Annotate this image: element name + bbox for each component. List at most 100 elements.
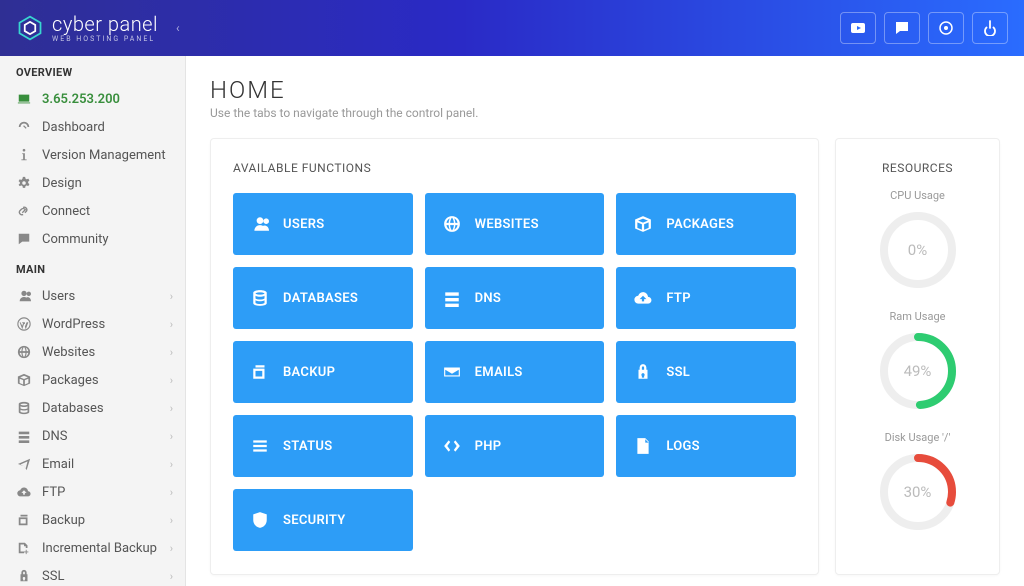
lock-icon: [634, 363, 652, 381]
sidebar-item-version[interactable]: Version Management: [0, 141, 185, 169]
sidebar-section-title: MAIN: [0, 253, 185, 282]
sidebar-item-connect[interactable]: Connect: [0, 197, 185, 225]
function-tile-label: PACKAGES: [666, 217, 734, 232]
package-icon: [16, 372, 32, 388]
function-tile-label: SSL: [666, 365, 690, 380]
sidebar-item-label: Websites: [42, 345, 95, 360]
globe-icon: [16, 344, 32, 360]
sidebar-item-label: Databases: [42, 401, 104, 416]
users-icon: [16, 288, 32, 304]
sidebar-item-label: Users: [42, 289, 75, 304]
function-tile-logs[interactable]: LOGS: [616, 415, 796, 477]
function-tile-websites[interactable]: WEBSITES: [425, 193, 605, 255]
link-icon: [16, 203, 32, 219]
sidebar-item-backup[interactable]: Backup›: [0, 506, 185, 534]
dns-icon: [16, 428, 32, 444]
sidebar-item-label: Version Management: [42, 148, 166, 163]
database-icon: [251, 289, 269, 307]
available-functions-title: AVAILABLE FUNCTIONS: [233, 161, 796, 175]
sidebar-item-ip[interactable]: 3.65.253.200: [0, 85, 185, 113]
page-subtitle: Use the tabs to navigate through the con…: [210, 106, 1000, 120]
sidebar-item-label: DNS: [42, 429, 68, 444]
gauge-cpu: CPU Usage0%: [858, 189, 977, 290]
sidebar-item-label: Email: [42, 457, 74, 472]
chevron-right-icon: ›: [170, 542, 173, 555]
sidebar-item-dashboard[interactable]: Dashboard: [0, 113, 185, 141]
function-tile-label: LOGS: [666, 439, 700, 454]
topbar-chat-button[interactable]: [884, 12, 920, 44]
function-tile-label: PHP: [475, 439, 502, 454]
function-tile-backup[interactable]: BACKUP: [233, 341, 413, 403]
resources-title: RESOURCES: [858, 161, 977, 175]
chevron-right-icon: ›: [170, 318, 173, 331]
function-tile-dns[interactable]: DNS: [425, 267, 605, 329]
sidebar-item-design[interactable]: Design: [0, 169, 185, 197]
function-tile-php[interactable]: PHP: [425, 415, 605, 477]
sidebar-item-ftp[interactable]: FTP›: [0, 478, 185, 506]
topbar-help-button[interactable]: [928, 12, 964, 44]
shield-icon: [251, 511, 269, 529]
function-tile-label: FTP: [666, 291, 691, 306]
sidebar-item-label: Design: [42, 176, 82, 191]
sidebar-item-label: Dashboard: [42, 120, 105, 135]
brand-name: cyber panel: [52, 14, 158, 34]
gauge-ring: 49%: [878, 331, 958, 411]
chevron-right-icon: ›: [170, 486, 173, 499]
copy-icon: [16, 512, 32, 528]
sidebar-item-incbackup[interactable]: Incremental Backup ›: [0, 534, 185, 562]
topbar-youtube-button[interactable]: [840, 12, 876, 44]
function-tile-databases[interactable]: DATABASES: [233, 267, 413, 329]
sidebar-item-community[interactable]: Community: [0, 225, 185, 253]
sidebar-item-label: Connect: [42, 204, 90, 219]
gauge-icon: [16, 119, 32, 135]
wordpress-icon: [16, 316, 32, 332]
chevron-right-icon: ›: [170, 346, 173, 359]
function-tile-status[interactable]: STATUS: [233, 415, 413, 477]
sidebar-item-ssl[interactable]: SSL›: [0, 562, 185, 586]
globe-icon: [443, 215, 461, 233]
function-tile-users[interactable]: USERS: [233, 193, 413, 255]
database-icon: [16, 400, 32, 416]
lock-icon: [16, 568, 32, 584]
code-icon: [443, 437, 461, 455]
function-tile-label: DNS: [475, 291, 502, 306]
brand-tagline: WEB HOSTING PANEL: [52, 35, 158, 43]
package-icon: [634, 215, 652, 233]
chevron-right-icon: ›: [170, 570, 173, 583]
sidebar-item-websites[interactable]: Websites ›: [0, 338, 185, 366]
send-icon: [16, 456, 32, 472]
sidebar-item-wordpress[interactable]: WordPress›: [0, 310, 185, 338]
sidebar-item-email[interactable]: Email ›: [0, 450, 185, 478]
sidebar-item-users[interactable]: Users›: [0, 282, 185, 310]
function-tile-emails[interactable]: EMAILS: [425, 341, 605, 403]
status-icon: [251, 437, 269, 455]
function-tile-packages[interactable]: PACKAGES: [616, 193, 796, 255]
gauge-label: Disk Usage '/': [858, 431, 977, 444]
gauge-value: 49%: [878, 331, 958, 411]
topbar-power-button[interactable]: [972, 12, 1008, 44]
gauge-ram: Ram Usage49%: [858, 310, 977, 411]
function-tile-label: SECURITY: [283, 513, 346, 528]
sidebar-item-dns[interactable]: DNS›: [0, 422, 185, 450]
function-tile-ssl[interactable]: SSL: [616, 341, 796, 403]
chevron-right-icon: ›: [170, 458, 173, 471]
function-tile-security[interactable]: SECURITY: [233, 489, 413, 551]
chevron-right-icon: ›: [170, 402, 173, 415]
sidebar-collapse-toggle[interactable]: ‹: [176, 21, 180, 35]
available-functions-card: AVAILABLE FUNCTIONS USERSWEBSITES PACKAGE…: [210, 138, 819, 575]
brand-logo[interactable]: cyber panel WEB HOSTING PANEL: [16, 14, 158, 43]
copy-icon: [251, 363, 269, 381]
sidebar-item-label: Packages: [42, 373, 99, 388]
resources-card: RESOURCES CPU Usage0% Ram Usage49% Disk Us…: [835, 138, 1000, 575]
sidebar-item-databases[interactable]: Databases ›: [0, 394, 185, 422]
laptop-icon: [16, 91, 32, 107]
function-tile-ftp[interactable]: FTP: [616, 267, 796, 329]
topbar-actions: [840, 12, 1008, 44]
sidebar-item-packages[interactable]: Packages›: [0, 366, 185, 394]
file-icon: [634, 437, 652, 455]
sidebar-item-label: Incremental Backup: [42, 541, 157, 556]
gauge-ring: 30%: [878, 452, 958, 532]
users-icon: [251, 215, 269, 233]
function-tile-label: STATUS: [283, 439, 332, 454]
cloud-icon: [16, 484, 32, 500]
